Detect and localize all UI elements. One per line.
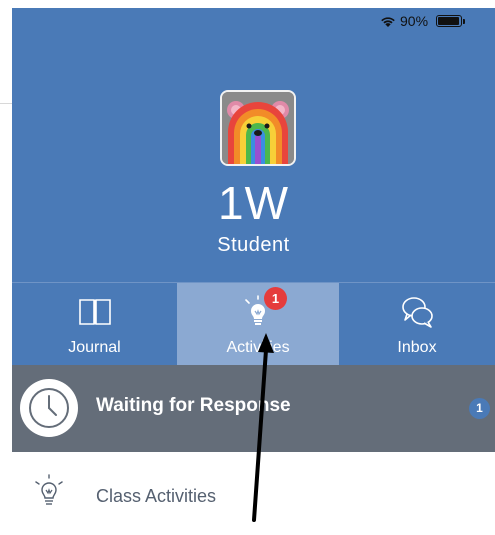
- tab-journal-label: Journal: [68, 339, 121, 356]
- avatar[interactable]: [220, 90, 296, 166]
- app-screen: 90% 1W Student Journal 1 Activities Inbo…: [0, 0, 495, 535]
- background-page-top: [0, 0, 495, 8]
- book-icon: [78, 299, 111, 325]
- chat-bubbles-icon: [402, 297, 433, 328]
- background-page-edge: [0, 0, 12, 535]
- battery-icon: [436, 15, 462, 27]
- lightbulb-icon: [35, 474, 63, 505]
- side-panel: 90% 1W Student Journal 1 Activities Inbo…: [12, 8, 495, 535]
- tab-journal[interactable]: Journal: [12, 283, 177, 365]
- tab-inbox-label: Inbox: [397, 339, 437, 356]
- divider: [0, 103, 12, 104]
- list-item-label: Class Activities: [96, 486, 217, 506]
- tab-activities[interactable]: 1 Activities: [177, 283, 339, 365]
- waiting-title: Waiting for Response: [96, 395, 291, 416]
- activities-badge: 1: [264, 287, 287, 310]
- battery-percent: 90%: [400, 13, 429, 29]
- waiting-count-badge: 1: [469, 398, 490, 419]
- wifi-icon: [381, 17, 395, 27]
- clock-icon-container: [20, 379, 78, 437]
- status-bar: 90%: [345, 8, 495, 34]
- rainbow-bear-avatar-icon: [222, 92, 294, 164]
- battery-cap: [463, 19, 465, 24]
- tab-bar: Journal 1 Activities Inbox: [12, 283, 495, 365]
- clock-icon: [29, 388, 69, 428]
- battery-level: [438, 17, 459, 25]
- list-item-class-activities[interactable]: Class Activities: [12, 452, 495, 535]
- tab-activities-label: Activities: [226, 339, 290, 356]
- role-label: Student: [217, 234, 290, 256]
- tab-inbox[interactable]: Inbox: [339, 283, 495, 365]
- class-name: 1W: [218, 177, 289, 229]
- waiting-for-response-row[interactable]: Waiting for Response 1: [12, 365, 495, 452]
